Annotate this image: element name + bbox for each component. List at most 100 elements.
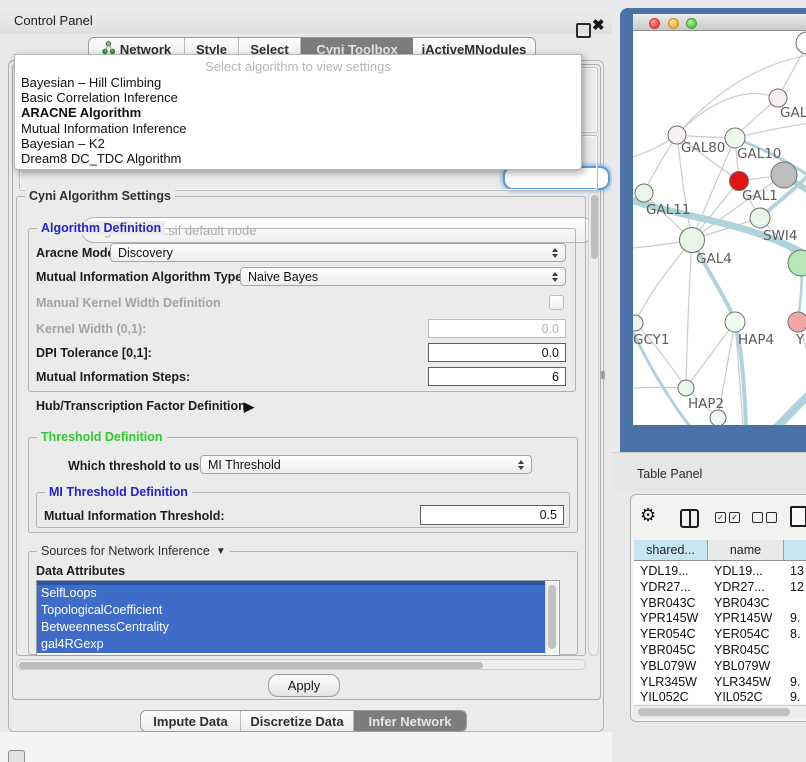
- select-all-checkboxes-icon[interactable]: ✓✓: [715, 512, 740, 523]
- network-edge[interactable]: [771, 391, 806, 425]
- which-threshold-combo[interactable]: MI Threshold: [200, 455, 532, 474]
- network-edge[interactable]: [735, 123, 806, 138]
- table-cell[interactable]: YIL052C: [640, 690, 689, 704]
- network-canvas[interactable]: GALGAL80GAL10GAL1GAL11SWI4GAL4GCY1HAP4YH…: [633, 31, 806, 425]
- list-vscroll-thumb[interactable]: [548, 585, 556, 649]
- expand-right-icon[interactable]: ▶: [244, 399, 254, 415]
- table-cell[interactable]: 13: [790, 564, 804, 578]
- mac-close-button[interactable]: [649, 18, 660, 29]
- aracne-mode-combo[interactable]: Discovery: [110, 243, 566, 262]
- table-horizontal-scrollbar[interactable]: [634, 705, 806, 718]
- table-cell[interactable]: YDL19...: [640, 564, 689, 578]
- table-cell[interactable]: YER054C: [640, 627, 696, 641]
- dropdown-item[interactable]: Dream8 DC_TDC Algorithm: [21, 151, 575, 166]
- dropdown-prompt: Select algorithm to view settings: [15, 59, 581, 74]
- mi-algorithm-type-combo[interactable]: Naive Bayes: [240, 267, 566, 286]
- table-cell[interactable]: YBR043C: [640, 596, 696, 610]
- network-window-titlebar[interactable]: [633, 14, 806, 31]
- network-node[interactable]: [796, 32, 806, 54]
- mac-zoom-button[interactable]: [686, 18, 697, 29]
- network-edge[interactable]: [677, 94, 778, 135]
- deselect-all-checkboxes-icon[interactable]: [752, 512, 777, 523]
- settings-vertical-scrollbar[interactable]: [588, 192, 599, 656]
- list-item[interactable]: SelfLoops: [37, 585, 545, 602]
- table-cell[interactable]: YBR045C: [640, 643, 696, 657]
- network-node-swi4[interactable]: [750, 208, 770, 228]
- network-graph[interactable]: GALGAL80GAL10GAL1GAL11SWI4GAL4GCY1HAP4YH…: [633, 31, 806, 425]
- pane-divider-handle[interactable]: [601, 371, 605, 379]
- mi-steps-field[interactable]: 6: [428, 367, 566, 386]
- network-node-gal11[interactable]: [635, 184, 653, 202]
- apply-button[interactable]: Apply: [268, 674, 340, 697]
- table-cell[interactable]: YDL19...: [714, 564, 763, 578]
- float-window-icon[interactable]: [576, 23, 591, 38]
- dropdown-item[interactable]: Bayesian – Hill Climbing: [21, 75, 575, 90]
- network-node-gcy1[interactable]: [633, 315, 643, 331]
- dropdown-item[interactable]: Mutual Information Inference: [21, 121, 575, 136]
- table-cell[interactable]: 9.: [790, 611, 800, 625]
- sources-group-title: Sources for Network Inference ▼: [37, 544, 230, 558]
- list-item[interactable]: TopologicalCoefficient: [37, 602, 545, 619]
- network-node-hap2[interactable]: [678, 380, 694, 396]
- settings-horizontal-scrollbar[interactable]: [16, 659, 586, 670]
- list-item[interactable]: BetweennessCentrality: [37, 619, 545, 636]
- node-label: Y: [795, 332, 805, 348]
- network-edge[interactable]: [686, 240, 692, 388]
- kernel-width-field[interactable]: 0.0: [428, 319, 566, 338]
- table-cell[interactable]: YDR27...: [714, 580, 765, 594]
- settings-hscroll-thumb[interactable]: [19, 662, 483, 669]
- table-cell[interactable]: YBR045C: [714, 643, 770, 657]
- table-cell[interactable]: YPR145W: [640, 611, 698, 625]
- split-columns-icon[interactable]: [680, 509, 699, 528]
- network-node[interactable]: [788, 250, 806, 276]
- dpi-tolerance-field[interactable]: 0.0: [428, 343, 566, 362]
- new-file-icon[interactable]: [790, 506, 806, 527]
- table-cell[interactable]: 8.: [790, 627, 800, 641]
- network-node-gal4[interactable]: [680, 228, 705, 253]
- mi-threshold-group-title: MI Threshold Definition: [45, 485, 192, 499]
- network-edge[interactable]: [644, 135, 677, 193]
- table-cell[interactable]: YDR27...: [640, 580, 691, 594]
- table-cell[interactable]: YIL052C: [714, 690, 763, 704]
- dock-panel-icon[interactable]: [8, 750, 25, 762]
- network-edge[interactable]: [635, 240, 692, 323]
- data-attributes-list[interactable]: SelfLoopsTopologicalCoefficientBetweenne…: [36, 580, 560, 656]
- table-cell[interactable]: YBL079W: [640, 659, 696, 673]
- dropdown-item[interactable]: ARACNE Algorithm: [21, 105, 575, 120]
- network-node[interactable]: [771, 162, 797, 188]
- table-cell[interactable]: YBL079W: [714, 659, 770, 673]
- list-item[interactable]: gal4RGexp: [37, 636, 545, 653]
- settings-vscroll-thumb[interactable]: [591, 195, 598, 259]
- table-cell[interactable]: YLR345W: [640, 675, 697, 689]
- node-table[interactable]: shared...name YDL19... YDL19... 13 YDR27... Y…: [634, 540, 806, 704]
- tab-impute-data[interactable]: Impute Data: [141, 711, 241, 731]
- network-node-y[interactable]: [788, 312, 806, 332]
- dropdown-item[interactable]: Basic Correlation Inference: [21, 90, 575, 105]
- table-cell[interactable]: 9.: [790, 690, 800, 704]
- gear-icon[interactable]: ⚙: [640, 505, 656, 526]
- table-cell[interactable]: YER054C: [714, 627, 770, 641]
- mac-minimize-button[interactable]: [668, 18, 679, 29]
- list-vertical-scrollbar[interactable]: [545, 582, 558, 654]
- table-cell[interactable]: 9.: [790, 675, 800, 689]
- network-node-gal10[interactable]: [725, 128, 745, 148]
- table-hscroll-thumb[interactable]: [638, 708, 790, 716]
- tab-discretize-data[interactable]: Discretize Data: [241, 711, 354, 731]
- table-cell[interactable]: YPR145W: [714, 611, 772, 625]
- network-node-hap4[interactable]: [725, 312, 745, 332]
- manual-kernel-checkbox[interactable]: [549, 295, 564, 310]
- collapse-down-icon[interactable]: ▼: [216, 546, 226, 557]
- mi-threshold-field[interactable]: 0.5: [420, 505, 564, 525]
- table-cell[interactable]: YBR043C: [714, 596, 770, 610]
- column-header-extra[interactable]: [784, 540, 806, 561]
- network-node[interactable]: [710, 410, 726, 425]
- tab-infer-network[interactable]: Infer Network: [354, 711, 466, 731]
- algorithm-dropdown[interactable]: Select algorithm to view settings Bayesi…: [14, 54, 582, 170]
- network-edge[interactable]: [686, 322, 735, 388]
- column-header-name[interactable]: name: [708, 540, 784, 561]
- column-header-shared...[interactable]: shared...: [634, 540, 708, 561]
- close-icon[interactable]: ✖: [592, 16, 605, 34]
- table-cell[interactable]: YLR345W: [714, 675, 771, 689]
- dropdown-item[interactable]: Bayesian – K2: [21, 136, 575, 151]
- table-cell[interactable]: 12: [790, 580, 804, 594]
